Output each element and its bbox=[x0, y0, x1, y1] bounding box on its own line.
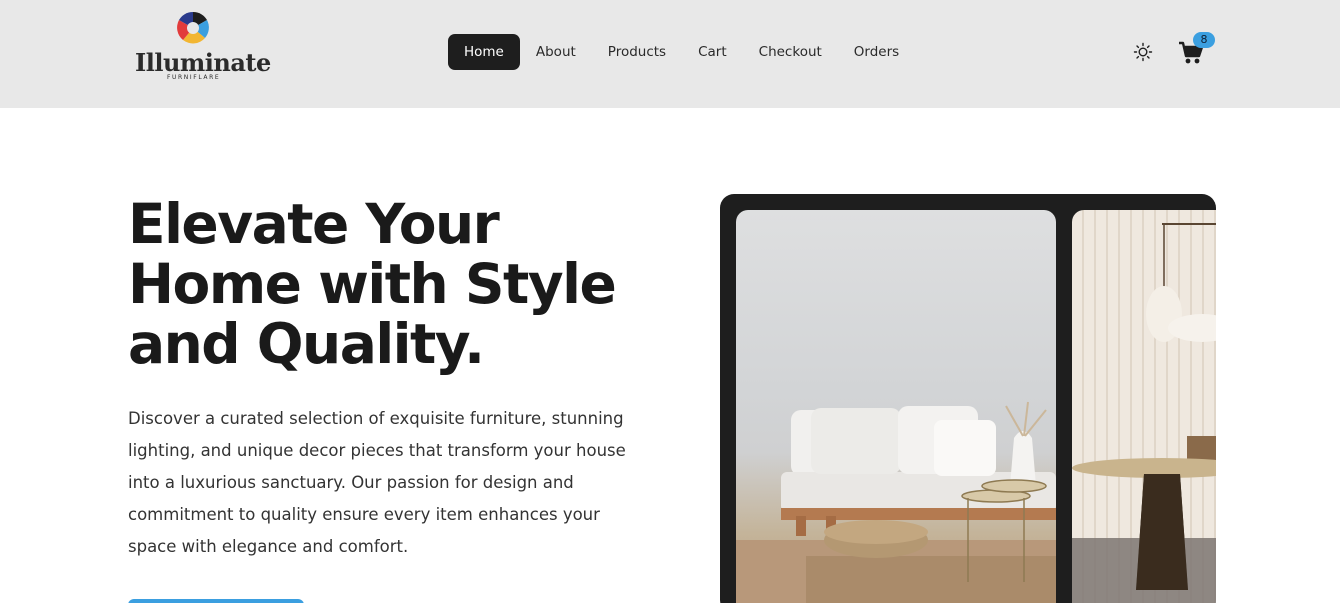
hero-title: Elevate Your Home with Style and Quality… bbox=[128, 192, 617, 376]
nav-products[interactable]: Products bbox=[592, 34, 682, 70]
carousel-slide-living-room[interactable] bbox=[736, 210, 1056, 603]
main-nav: Home About Products Cart Checkout Orders bbox=[448, 34, 915, 70]
nav-home[interactable]: Home bbox=[448, 34, 520, 70]
nav-cart[interactable]: Cart bbox=[682, 34, 743, 70]
nav-about[interactable]: About bbox=[520, 34, 592, 70]
carousel-slide-dining-room[interactable] bbox=[1072, 210, 1216, 603]
living-room-image bbox=[736, 401, 1056, 603]
sun-icon[interactable] bbox=[1133, 42, 1153, 62]
logo-mark-icon bbox=[177, 11, 209, 44]
cart-count-badge: 8 bbox=[1193, 32, 1215, 48]
hero-carousel[interactable] bbox=[720, 194, 1216, 603]
hero-description: Discover a curated selection of exquisit… bbox=[128, 409, 626, 556]
nav-orders[interactable]: Orders bbox=[838, 34, 915, 70]
hero-cta-button[interactable] bbox=[128, 599, 304, 603]
site-header: Illuminate FURNIFLARE Home About Product… bbox=[0, 0, 1340, 108]
nav-checkout[interactable]: Checkout bbox=[743, 34, 838, 70]
brand-name: Illuminate bbox=[135, 48, 271, 77]
dining-room-image bbox=[1072, 223, 1216, 603]
brand-logo[interactable]: Illuminate FURNIFLARE bbox=[132, 8, 271, 84]
brand-tagline: FURNIFLARE bbox=[167, 74, 221, 81]
